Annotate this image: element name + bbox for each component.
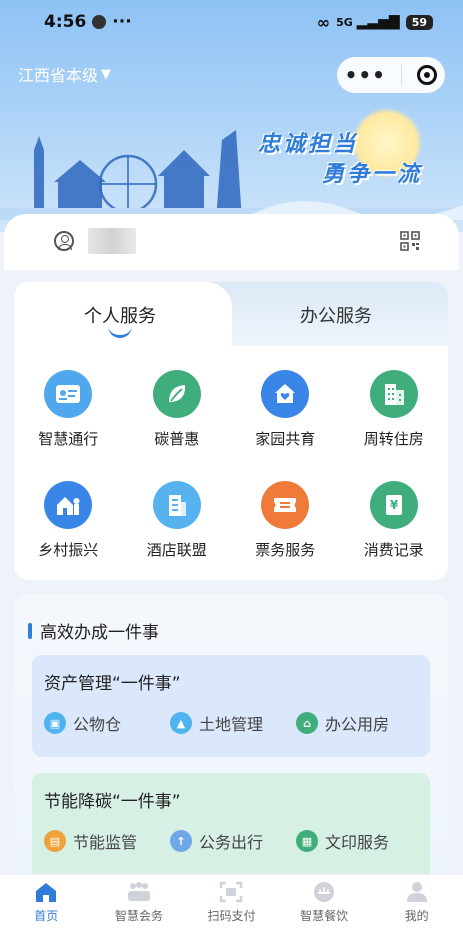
panel-title: 资产管理“一件事” xyxy=(44,674,181,694)
user-name-redacted xyxy=(88,228,136,254)
nav-label: 首页 xyxy=(34,908,59,923)
item-print-service[interactable]: ▦ 文印服务 xyxy=(296,829,422,853)
service-label: 乡村振兴 xyxy=(38,541,99,559)
travel-icon: ↑ xyxy=(170,830,192,852)
nav-label: 智慧餐饮 xyxy=(300,908,349,923)
status-bar: 4:56 ··· ∞ 5G ▂▃▅▇ 59 xyxy=(0,0,463,44)
region-selector[interactable]: 江西省本级 ▼ xyxy=(18,62,111,86)
nav-label: 扫码支付 xyxy=(207,908,256,923)
status-time: 4:56 xyxy=(44,12,87,32)
capsule-divider xyxy=(401,65,403,85)
service-label: 家园共育 xyxy=(255,430,316,448)
asset-management-panel: 资产管理“一件事” ▣ 公物仓 ▲ 土地管理 ⌂ 办公用房 xyxy=(32,655,430,757)
yuan-record-icon: ¥ xyxy=(369,481,418,529)
one-thing-section: 高效办成一件事 资产管理“一件事” ▣ 公物仓 ▲ 土地管理 ⌂ 办公用房 节能… xyxy=(14,594,448,885)
item-land-management[interactable]: ▲ 土地管理 xyxy=(170,711,296,735)
item-label: 公务出行 xyxy=(199,833,264,852)
nav-label: 我的 xyxy=(404,908,429,923)
service-carbon[interactable]: 碳普惠 xyxy=(123,370,232,449)
tab-personal-services[interactable]: 个人服务 xyxy=(84,302,156,328)
bottom-navigation: 首页 智慧会务 扫码支付 智慧餐饮 我的 xyxy=(0,874,463,929)
item-official-travel[interactable]: ↑ 公务出行 xyxy=(170,829,296,853)
item-label: 节能监管 xyxy=(73,833,138,852)
panel-title: 节能降碳“一件事” xyxy=(44,792,181,812)
monitor-icon: ▤ xyxy=(44,830,66,852)
print-icon: ▦ xyxy=(296,830,318,852)
slogan-line-2: 勇争一流 xyxy=(322,162,423,187)
service-label: 智慧通行 xyxy=(38,430,99,448)
nav-smart-dining[interactable]: 智慧餐饮 xyxy=(284,881,364,924)
service-housing[interactable]: 周转住房 xyxy=(340,370,449,449)
more-options-icon[interactable]: ••• xyxy=(345,63,386,87)
nav-label: 智慧会务 xyxy=(114,908,163,923)
user-card xyxy=(4,214,459,270)
service-hotel[interactable]: 酒店联盟 xyxy=(123,481,232,560)
energy-saving-panel: 节能降碳“一件事” ▤ 节能监管 ↑ 公务出行 ▦ 文印服务 xyxy=(32,773,430,885)
item-label: 办公用房 xyxy=(325,715,390,734)
item-energy-monitor[interactable]: ▤ 节能监管 xyxy=(44,829,170,853)
cube-icon: ▣ xyxy=(44,712,66,734)
item-label: 土地管理 xyxy=(199,715,264,734)
svg-text:¥: ¥ xyxy=(390,498,399,512)
status-more-dots: ··· xyxy=(112,12,132,32)
service-smart-pass[interactable]: 智慧通行 xyxy=(14,370,123,449)
building-icon xyxy=(369,370,418,418)
region-label: 江西省本级 xyxy=(18,66,99,85)
battery-icon: 59 xyxy=(405,14,433,30)
land-icon: ▲ xyxy=(170,712,192,734)
signal-icon: 5G ▂▃▅▇ xyxy=(336,14,400,30)
hotel-icon xyxy=(152,481,201,529)
slogan-line-1: 忠诚担当 xyxy=(258,132,359,157)
item-label: 公物仓 xyxy=(73,715,122,734)
service-ticket[interactable]: 票务服务 xyxy=(231,481,340,560)
service-label: 碳普惠 xyxy=(154,430,200,448)
ticket-icon xyxy=(261,481,310,529)
hotspot-icon: ∞ xyxy=(316,12,331,32)
village-icon xyxy=(44,481,93,529)
meeting-icon xyxy=(127,881,150,901)
mini-program-capsule: ••• xyxy=(337,57,445,93)
nav-home[interactable]: 首页 xyxy=(6,881,86,924)
item-label: 文印服务 xyxy=(325,833,390,852)
nav-smart-meeting[interactable]: 智慧会务 xyxy=(99,881,179,924)
section-title: 高效办成一件事 xyxy=(28,618,159,643)
dining-icon xyxy=(314,881,335,902)
header-banner: 4:56 ··· ∞ 5G ▂▃▅▇ 59 江西省本级 ▼ ••• 忠诚担当 勇… xyxy=(0,0,463,232)
service-label: 票务服务 xyxy=(255,541,316,559)
service-label: 酒店联盟 xyxy=(146,541,207,559)
user-avatar-icon[interactable] xyxy=(54,231,74,251)
section-title-text: 高效办成一件事 xyxy=(40,623,159,643)
home-heart-icon xyxy=(261,370,310,418)
close-mini-program-icon[interactable] xyxy=(417,65,438,85)
profile-icon xyxy=(406,881,427,902)
nav-scan-pay[interactable]: 扫码支付 xyxy=(191,881,271,924)
service-label: 消费记录 xyxy=(363,541,424,559)
service-grid: 智慧通行 碳普惠 家园共育 周转住房 乡村振兴 酒店联盟 票务服务 ¥ 消费记录 xyxy=(14,370,448,560)
tab-office-services[interactable]: 办公服务 xyxy=(300,302,372,328)
scan-icon xyxy=(220,881,243,902)
home-icon xyxy=(36,882,57,902)
service-rural[interactable]: 乡村振兴 xyxy=(14,481,123,560)
services-card: 个人服务 办公服务 智慧通行 碳普惠 家园共育 周转住房 乡村振兴 酒店联盟 票… xyxy=(14,282,448,580)
service-consumption[interactable]: ¥ 消费记录 xyxy=(340,481,449,560)
house-icon: ⌂ xyxy=(296,712,318,734)
title-accent-bar xyxy=(28,622,32,639)
item-public-warehouse[interactable]: ▣ 公物仓 xyxy=(44,711,170,735)
item-office-housing[interactable]: ⌂ 办公用房 xyxy=(296,711,422,735)
service-label: 周转住房 xyxy=(363,430,424,448)
id-card-icon xyxy=(44,370,93,418)
status-app-icon xyxy=(92,15,107,29)
service-family[interactable]: 家园共育 xyxy=(231,370,340,449)
leaf-icon xyxy=(152,370,201,418)
nav-profile[interactable]: 我的 xyxy=(377,881,457,924)
qr-code-icon[interactable] xyxy=(400,231,420,251)
chevron-down-icon: ▼ xyxy=(101,66,112,82)
